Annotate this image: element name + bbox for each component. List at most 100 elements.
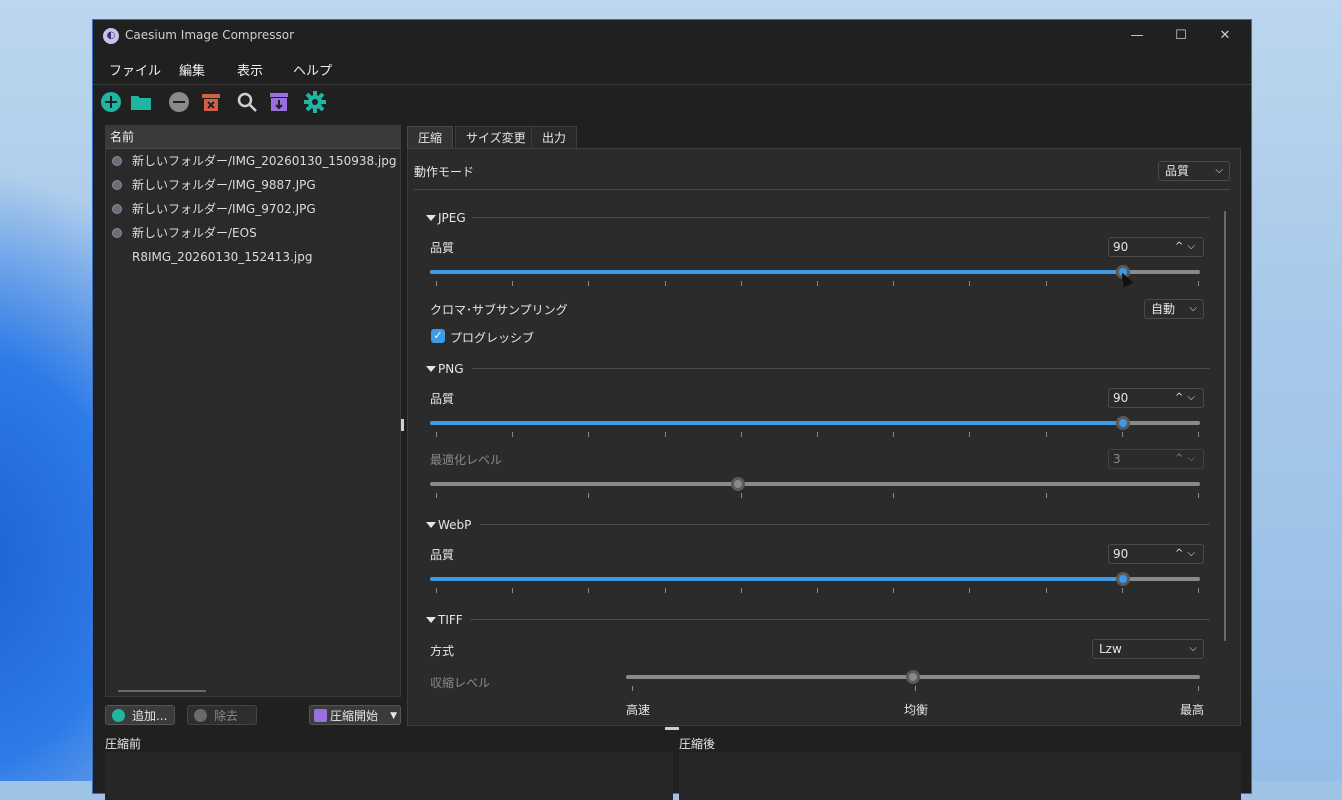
- close-icon[interactable]: ✕: [1203, 24, 1247, 48]
- progressive-label: プログレッシブ: [450, 331, 535, 345]
- clear-icon[interactable]: [199, 90, 223, 114]
- webp-title-text: WebP: [438, 518, 472, 532]
- slider-tick: [436, 493, 437, 498]
- slider-tick: [817, 432, 818, 437]
- slider-tick: [436, 432, 437, 437]
- tiff-level-slider[interactable]: [626, 670, 1200, 684]
- app-window: ◐ Caesium Image Compressor — ☐ ✕ ファイル 編集…: [92, 19, 1252, 800]
- divider: [472, 217, 1210, 218]
- chevron-down-icon: ⌵: [1189, 643, 1197, 654]
- slider-tick: [588, 588, 590, 593]
- list-item[interactable]: 新しいフォルダー/IMG_20260130_150938.jpg: [106, 149, 400, 173]
- slider-ticks: [436, 432, 1199, 438]
- menu-file[interactable]: ファイル: [109, 60, 161, 79]
- slider-tick: [969, 432, 971, 437]
- webp-section-title[interactable]: WebP: [426, 518, 471, 532]
- remove-icon: [194, 709, 207, 722]
- remove-button[interactable]: 除去: [187, 705, 257, 725]
- tab-output[interactable]: 出力: [531, 126, 578, 149]
- mode-select[interactable]: 品質 ⌵: [1158, 161, 1230, 181]
- maximize-icon[interactable]: ☐: [1159, 24, 1203, 48]
- jpeg-quality-value: 90: [1113, 240, 1129, 254]
- png-optimization-spinbox[interactable]: 3 ^⌵: [1108, 449, 1204, 469]
- add-button[interactable]: 追加...: [105, 705, 175, 725]
- spin-arrows-icon[interactable]: ^⌵: [1175, 545, 1199, 563]
- list-item[interactable]: 新しいフォルダー/IMG_9887.JPG: [106, 173, 400, 197]
- compress-icon[interactable]: [267, 90, 291, 114]
- slider-fill: [430, 577, 1123, 581]
- add-icon[interactable]: [99, 90, 123, 114]
- slider-tick: [588, 432, 590, 437]
- chevron-down-icon[interactable]: ▼: [390, 706, 397, 726]
- tab-resize[interactable]: サイズ変更: [455, 126, 537, 149]
- settings-icon[interactable]: [303, 90, 327, 114]
- png-quality-slider[interactable]: [430, 416, 1200, 430]
- caesium-app-icon: ◐: [103, 28, 119, 44]
- panel-splitter[interactable]: [401, 419, 404, 431]
- panel-splitter[interactable]: [665, 727, 679, 730]
- spin-arrows-icon[interactable]: ^⌵: [1175, 389, 1199, 407]
- slider-ticks: [436, 281, 1199, 287]
- compression-settings-panel: 動作モード 品質 ⌵ JPEG 品質 90 ^⌵ クロマ･サブサンプリング 自動 ⌵ …: [407, 148, 1241, 726]
- chroma-label: クロマ･サブサンプリング: [430, 303, 568, 317]
- slider-tick: [893, 493, 895, 498]
- list-item[interactable]: 新しいフォルダー/IMG_9702.JPG: [106, 197, 400, 221]
- webp-quality-slider[interactable]: [430, 572, 1200, 586]
- progressive-checkbox[interactable]: ✓: [431, 329, 445, 343]
- slider-tick: [588, 493, 590, 498]
- slider-handle[interactable]: [1116, 572, 1130, 586]
- search-icon[interactable]: [235, 90, 259, 114]
- spin-arrows-icon[interactable]: ^⌵: [1175, 450, 1199, 468]
- chroma-select[interactable]: 自動 ⌵: [1144, 299, 1204, 319]
- slider-tick: [664, 588, 666, 593]
- png-section-title[interactable]: PNG: [426, 362, 464, 376]
- tiff-section-title[interactable]: TIFF: [426, 613, 463, 627]
- file-status-icon: [112, 228, 122, 238]
- tiff-method-value: Lzw: [1099, 642, 1122, 656]
- slider-tick: [664, 281, 666, 286]
- file-name: 新しいフォルダー/IMG_20260130_150938.jpg: [132, 154, 397, 168]
- slider-fill: [430, 421, 1123, 425]
- before-preview-label: 圧縮前: [105, 737, 142, 751]
- png-title-text: PNG: [438, 362, 464, 376]
- menu-help[interactable]: ヘルプ: [293, 60, 332, 79]
- window-title: Caesium Image Compressor: [125, 28, 295, 42]
- slider-tick: [512, 281, 514, 286]
- slider-tick: [1045, 432, 1047, 437]
- jpeg-quality-slider[interactable]: [430, 265, 1200, 279]
- file-name: 新しいフォルダー/EOS R8IMG_20260130_152413.jpg: [132, 226, 313, 264]
- slider-tick: [740, 588, 742, 593]
- webp-quality-spinbox[interactable]: 90 ^⌵: [1108, 544, 1204, 564]
- slider-ticks: [632, 686, 1199, 692]
- collapse-triangle-icon: [426, 522, 436, 528]
- png-quality-spinbox[interactable]: 90 ^⌵: [1108, 388, 1204, 408]
- png-optimization-slider[interactable]: [430, 477, 1200, 491]
- menu-edit[interactable]: 編集: [179, 60, 205, 79]
- png-optimization-label: 最適化レベル: [430, 453, 503, 467]
- vertical-scrollbar[interactable]: [1224, 211, 1226, 641]
- toolbar: [93, 86, 1251, 118]
- jpeg-quality-spinbox[interactable]: 90 ^⌵: [1108, 237, 1204, 257]
- list-item[interactable]: 新しいフォルダー/EOS R8IMG_20260130_152413.jpg: [106, 221, 400, 264]
- open-folder-icon[interactable]: [129, 90, 153, 114]
- minimize-icon[interactable]: —: [1115, 24, 1159, 48]
- file-list[interactable]: 名前 新しいフォルダー/IMG_20260130_150938.jpg 新しいフ…: [105, 125, 401, 697]
- tiff-level-fast: 高速: [626, 703, 651, 717]
- png-optimization-value: 3: [1113, 452, 1121, 466]
- start-compression-button[interactable]: 圧縮開始 ▼: [309, 705, 401, 725]
- slider-tick: [893, 588, 895, 593]
- tiff-method-select[interactable]: Lzw ⌵: [1092, 639, 1204, 659]
- slider-tick: [664, 432, 666, 437]
- horizontal-scrollbar[interactable]: [118, 690, 206, 692]
- compress-icon: [314, 709, 327, 722]
- file-list-header[interactable]: 名前: [106, 126, 400, 149]
- slider-tick: [632, 686, 633, 691]
- remove-icon[interactable]: [167, 90, 191, 114]
- slider-handle[interactable]: [906, 670, 920, 684]
- slider-handle[interactable]: [1116, 416, 1130, 430]
- tab-compression[interactable]: 圧縮: [407, 126, 454, 149]
- slider-handle[interactable]: [731, 477, 745, 491]
- jpeg-section-title[interactable]: JPEG: [426, 211, 466, 225]
- spin-arrows-icon[interactable]: ^⌵: [1175, 238, 1199, 256]
- menu-view[interactable]: 表示: [237, 60, 263, 79]
